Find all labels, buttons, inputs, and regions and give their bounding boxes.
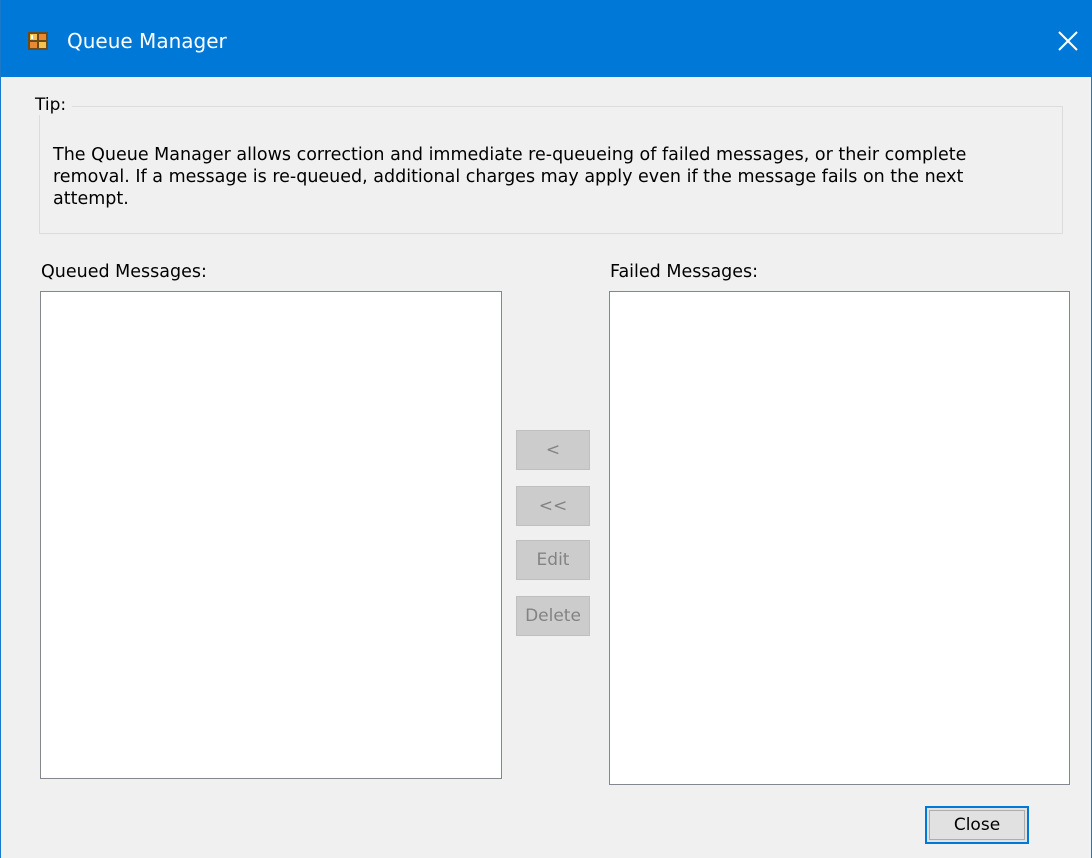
- failed-messages-list[interactable]: [609, 291, 1070, 785]
- queue-manager-window: Queue Manager Tip: The Queue Manager all…: [0, 0, 1092, 858]
- tip-label: Tip:: [29, 95, 73, 115]
- close-button[interactable]: Close: [925, 806, 1029, 844]
- title-bar[interactable]: Queue Manager: [1, 0, 1092, 77]
- requeue-all-button[interactable]: <<: [516, 486, 590, 526]
- close-icon[interactable]: [1051, 24, 1085, 58]
- queued-messages-label: Queued Messages:: [41, 262, 207, 282]
- requeue-selected-button[interactable]: <: [516, 430, 590, 470]
- tip-text: The Queue Manager allows correction and …: [53, 145, 967, 209]
- window-title: Queue Manager: [67, 29, 227, 53]
- close-button-focus-border: [929, 810, 1025, 840]
- queued-messages-list[interactable]: [40, 291, 502, 779]
- queue-manager-app-icon: [28, 32, 48, 50]
- failed-messages-label: Failed Messages:: [610, 262, 759, 282]
- edit-button[interactable]: Edit: [516, 540, 590, 580]
- delete-button[interactable]: Delete: [516, 596, 590, 636]
